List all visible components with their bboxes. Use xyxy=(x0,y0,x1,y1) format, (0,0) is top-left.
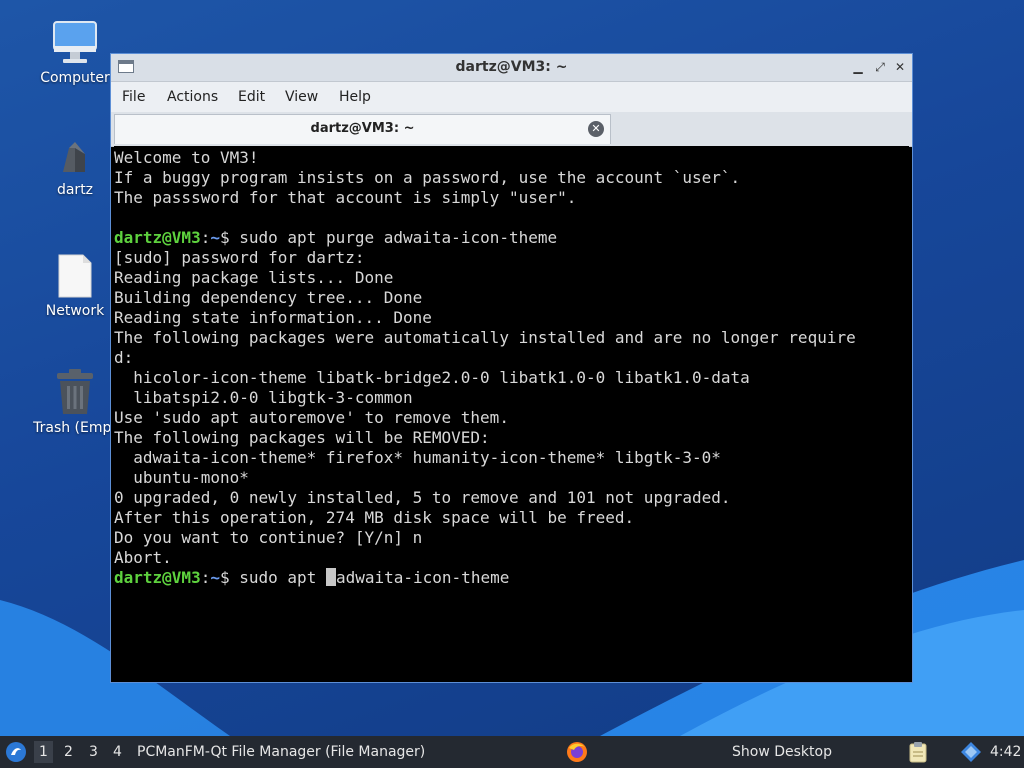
home-folder-icon xyxy=(63,142,85,172)
prompt-user: dartz@VM3 xyxy=(114,568,201,587)
terminal-line: Do you want to continue? [Y/n] n xyxy=(114,528,423,547)
minimize-button[interactable]: ▁ xyxy=(851,59,865,75)
terminal-line: The passsword for that account is simply… xyxy=(114,188,577,207)
terminal-line: libatspi2.0-0 libgtk-3-common xyxy=(114,388,413,407)
trash-icon xyxy=(57,369,93,414)
menu-edit[interactable]: Edit xyxy=(238,89,265,105)
tab-bar: dartz@VM3: ~ ✕ xyxy=(111,112,912,147)
desktop-icon-label: Network xyxy=(45,303,105,319)
terminal-line: After this operation, 274 MB disk space … xyxy=(114,508,635,527)
tab-close-icon[interactable]: ✕ xyxy=(588,121,604,137)
terminal-line: d: xyxy=(114,348,134,367)
desktop-icon-label: Trash (Empt xyxy=(33,420,117,436)
terminal-line: The following packages were automaticall… xyxy=(114,328,856,347)
menu-file[interactable]: File xyxy=(122,89,145,105)
clipboard-icon[interactable] xyxy=(908,741,928,763)
workspace-1-button[interactable]: 1 xyxy=(34,741,53,763)
terminal-window: dartz@VM3: ~ ▁ ⤢ ✕ File Actions Edit Vie… xyxy=(110,53,913,683)
terminal-line: 0 upgraded, 0 newly installed, 5 to remo… xyxy=(114,488,731,507)
terminal-line: Abort. xyxy=(114,548,172,567)
prompt-colon: : xyxy=(200,228,211,247)
terminal-line: adwaita-icon-theme* firefox* humanity-ic… xyxy=(114,448,721,467)
clock[interactable]: 4:42 xyxy=(990,744,1021,760)
prompt-symbol: $ xyxy=(219,228,230,247)
window-title: dartz@VM3: ~ xyxy=(455,59,568,75)
tab-terminal[interactable]: dartz@VM3: ~ ✕ xyxy=(114,114,611,144)
prompt-symbol: $ xyxy=(219,568,230,587)
terminal-line: Use 'sudo apt autoremove' to remove them… xyxy=(114,408,509,427)
terminal-line: Reading state information... Done xyxy=(114,308,432,327)
terminal-line: Building dependency tree... Done xyxy=(114,288,423,307)
tab-label: dartz@VM3: ~ xyxy=(310,121,415,136)
terminal-line: If a buggy program insists on a password… xyxy=(114,168,741,187)
terminal-line: dartz@VM3:~$ sudo apt purge adwaita-icon… xyxy=(114,228,909,248)
firefox-icon[interactable] xyxy=(566,741,588,763)
desktop-icon-label: dartz xyxy=(56,182,94,198)
terminal-line: dartz@VM3:~$ sudo apt adwaita-icon-theme xyxy=(114,568,909,588)
network-tray-icon[interactable] xyxy=(960,741,982,763)
prompt-colon: : xyxy=(200,568,211,587)
show-desktop-button[interactable]: Show Desktop xyxy=(732,744,832,760)
terminal-line: Reading package lists... Done xyxy=(114,268,394,287)
menu-help[interactable]: Help xyxy=(339,89,371,105)
maximize-button[interactable]: ⤢ xyxy=(873,59,887,75)
prompt-path: ~ xyxy=(210,568,220,587)
prompt-path: ~ xyxy=(210,228,220,247)
menubar: File Actions Edit View Help xyxy=(111,82,912,112)
close-button[interactable]: ✕ xyxy=(893,59,907,75)
workspace-4-button[interactable]: 4 xyxy=(113,744,122,760)
desktop-icon-label: Computer xyxy=(40,70,110,86)
terminal-text: Welcome to VM3! If a buggy program insist… xyxy=(114,146,909,588)
command-text: sudo apt xyxy=(229,568,326,587)
terminal-output[interactable]: Welcome to VM3! If a buggy program insist… xyxy=(114,146,909,679)
text-cursor xyxy=(325,568,336,586)
prompt-user: dartz@VM3 xyxy=(114,228,201,247)
command-text: sudo apt purge adwaita-icon-theme xyxy=(229,228,558,247)
taskbar: 1 2 3 4 PCManFM-Qt File Manager (File Ma… xyxy=(0,736,1024,768)
computer-icon xyxy=(53,21,97,63)
menu-view[interactable]: View xyxy=(285,89,318,105)
workspace-3-button[interactable]: 3 xyxy=(89,744,98,760)
terminal-line: hicolor-icon-theme libatk-bridge2.0-0 li… xyxy=(114,368,750,387)
desktop-background: Computer dartz Network Trash (Empt dartz… xyxy=(0,0,1024,736)
terminal-line: Welcome to VM3! xyxy=(114,148,259,167)
terminal-line: [sudo] password for dartz: xyxy=(114,248,365,267)
command-text: adwaita-icon-theme xyxy=(335,568,510,587)
terminal-line: ubuntu-mono* xyxy=(114,468,249,487)
terminal-line: The following packages will be REMOVED: xyxy=(114,428,490,447)
taskbar-task-file-manager[interactable]: PCManFM-Qt File Manager (File Manager) xyxy=(137,744,425,760)
workspace-2-button[interactable]: 2 xyxy=(64,744,73,760)
window-titlebar[interactable]: dartz@VM3: ~ ▁ ⤢ ✕ xyxy=(111,54,912,82)
app-menu-icon[interactable] xyxy=(5,741,27,763)
menu-actions[interactable]: Actions xyxy=(167,89,218,105)
network-icon xyxy=(58,254,92,298)
